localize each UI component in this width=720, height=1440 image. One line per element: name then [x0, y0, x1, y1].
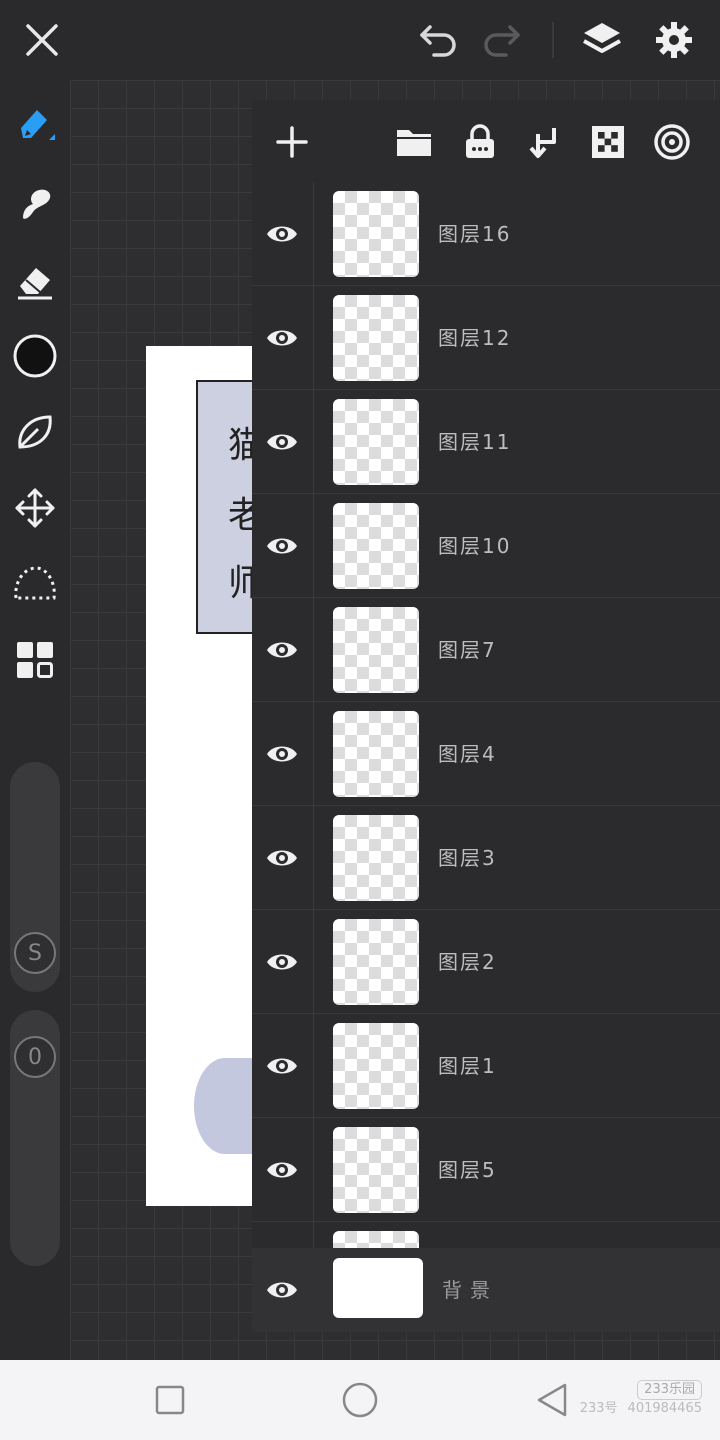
layers-icon[interactable] [562, 0, 642, 80]
visibility-eye-icon[interactable] [262, 318, 302, 358]
layer-row[interactable]: 图层12 [252, 286, 720, 390]
grid-menu-icon[interactable] [0, 630, 70, 690]
redo-icon[interactable] [462, 0, 542, 80]
eraser-icon[interactable] [0, 252, 70, 312]
watermark-user-id: 401984465 [627, 1401, 702, 1416]
transparency-icon[interactable] [580, 114, 636, 170]
close-icon[interactable] [2, 0, 82, 80]
visibility-eye-icon[interactable] [262, 942, 302, 982]
layer-thumbnail[interactable] [333, 1127, 419, 1213]
layer-name: 图层11 [438, 430, 512, 454]
layer-list[interactable]: 图层16 图层12 图层11 图层10 图层7 图层4 图层3 图层2 图层1 图层5 [252, 182, 720, 1248]
layer-thumbnail[interactable] [333, 1258, 423, 1318]
blend-mode-icon[interactable] [644, 114, 700, 170]
layer-thumbnail[interactable] [333, 1023, 419, 1109]
layer-name: 图层7 [438, 638, 497, 662]
layer-name: 图层12 [438, 326, 512, 350]
layer-row[interactable]: 图层4 [252, 702, 720, 806]
recent-apps-icon[interactable] [140, 1374, 200, 1426]
visibility-eye-icon[interactable] [262, 838, 302, 878]
layer-row[interactable]: 图层11 [252, 390, 720, 494]
layer-name: 图层1 [438, 1054, 497, 1078]
layer-row[interactable]: 图层2 [252, 910, 720, 1014]
home-icon[interactable] [330, 1374, 390, 1426]
layer-row[interactable]: 图层7 [252, 598, 720, 702]
layer-thumbnail[interactable] [333, 191, 419, 277]
layer-name: 图层10 [438, 534, 512, 558]
layer-row[interactable]: 图层16 [252, 182, 720, 286]
visibility-eye-icon[interactable] [262, 734, 302, 774]
layer-name: 图层4 [438, 742, 497, 766]
layer-row[interactable]: 图层10 [252, 494, 720, 598]
size-slider-knob[interactable]: S [14, 932, 56, 974]
visibility-eye-icon[interactable] [262, 214, 302, 254]
layer-thumbnail[interactable] [333, 815, 419, 901]
folder-icon[interactable] [386, 114, 442, 170]
layer-thumbnail[interactable] [333, 399, 419, 485]
lock-icon[interactable] [452, 114, 508, 170]
pen-brush-icon[interactable] [0, 96, 70, 156]
visibility-eye-icon[interactable] [262, 422, 302, 462]
layer-thumbnail[interactable] [333, 607, 419, 693]
watermark-brand: 233号 [579, 1401, 618, 1416]
lasso-select-icon[interactable] [0, 554, 70, 614]
layer-name: 图层16 [438, 222, 512, 246]
layer-thumbnail[interactable] [333, 295, 419, 381]
top-bar [0, 0, 720, 80]
system-nav-bar: 233乐园 233号 401984465 [0, 1360, 720, 1440]
visibility-eye-icon[interactable] [262, 1150, 302, 1190]
layer-panel: 图层16 图层12 图层11 图层10 图层7 图层4 图层3 图层2 图层1 图层5 背景 [252, 100, 720, 1332]
toolbar-separator [552, 22, 554, 58]
layer-thumbnail[interactable] [333, 711, 419, 797]
layer-row-partial[interactable] [252, 1222, 720, 1248]
layer-name: 图层3 [438, 846, 497, 870]
watermark-badge: 233乐园 [637, 1380, 702, 1400]
layer-row[interactable]: 图层5 [252, 1118, 720, 1222]
left-toolbar: S 0 [0, 80, 70, 1360]
layer-panel-toolbar [252, 100, 720, 182]
transform-move-icon[interactable] [0, 478, 70, 538]
canvas-shadow-shape [194, 1058, 256, 1154]
opacity-slider-knob[interactable]: 0 [14, 1036, 56, 1078]
layer-name: 背景 [442, 1278, 498, 1302]
visibility-eye-icon[interactable] [262, 630, 302, 670]
merge-down-icon[interactable] [516, 114, 572, 170]
layer-thumbnail[interactable] [333, 1231, 419, 1248]
visibility-eye-icon[interactable] [262, 1046, 302, 1086]
layer-name: 图层5 [438, 1158, 497, 1182]
layer-thumbnail[interactable] [333, 503, 419, 589]
watermark: 233乐园 233号 401984465 [580, 1380, 702, 1418]
visibility-eye-icon[interactable] [262, 526, 302, 566]
smudge-icon[interactable] [0, 174, 70, 234]
layer-row[interactable]: 图层1 [252, 1014, 720, 1118]
settings-icon[interactable] [634, 0, 714, 80]
layer-name: 图层2 [438, 950, 497, 974]
layer-thumbnail[interactable] [333, 919, 419, 1005]
back-icon[interactable] [522, 1374, 582, 1426]
leaf-icon[interactable] [0, 402, 70, 462]
visibility-eye-icon[interactable] [262, 1270, 302, 1310]
background-layer-row[interactable]: 背景 [252, 1248, 720, 1332]
layer-row[interactable]: 图层3 [252, 806, 720, 910]
add-layer-icon[interactable] [264, 114, 320, 170]
color-swatch-icon[interactable] [0, 326, 70, 386]
